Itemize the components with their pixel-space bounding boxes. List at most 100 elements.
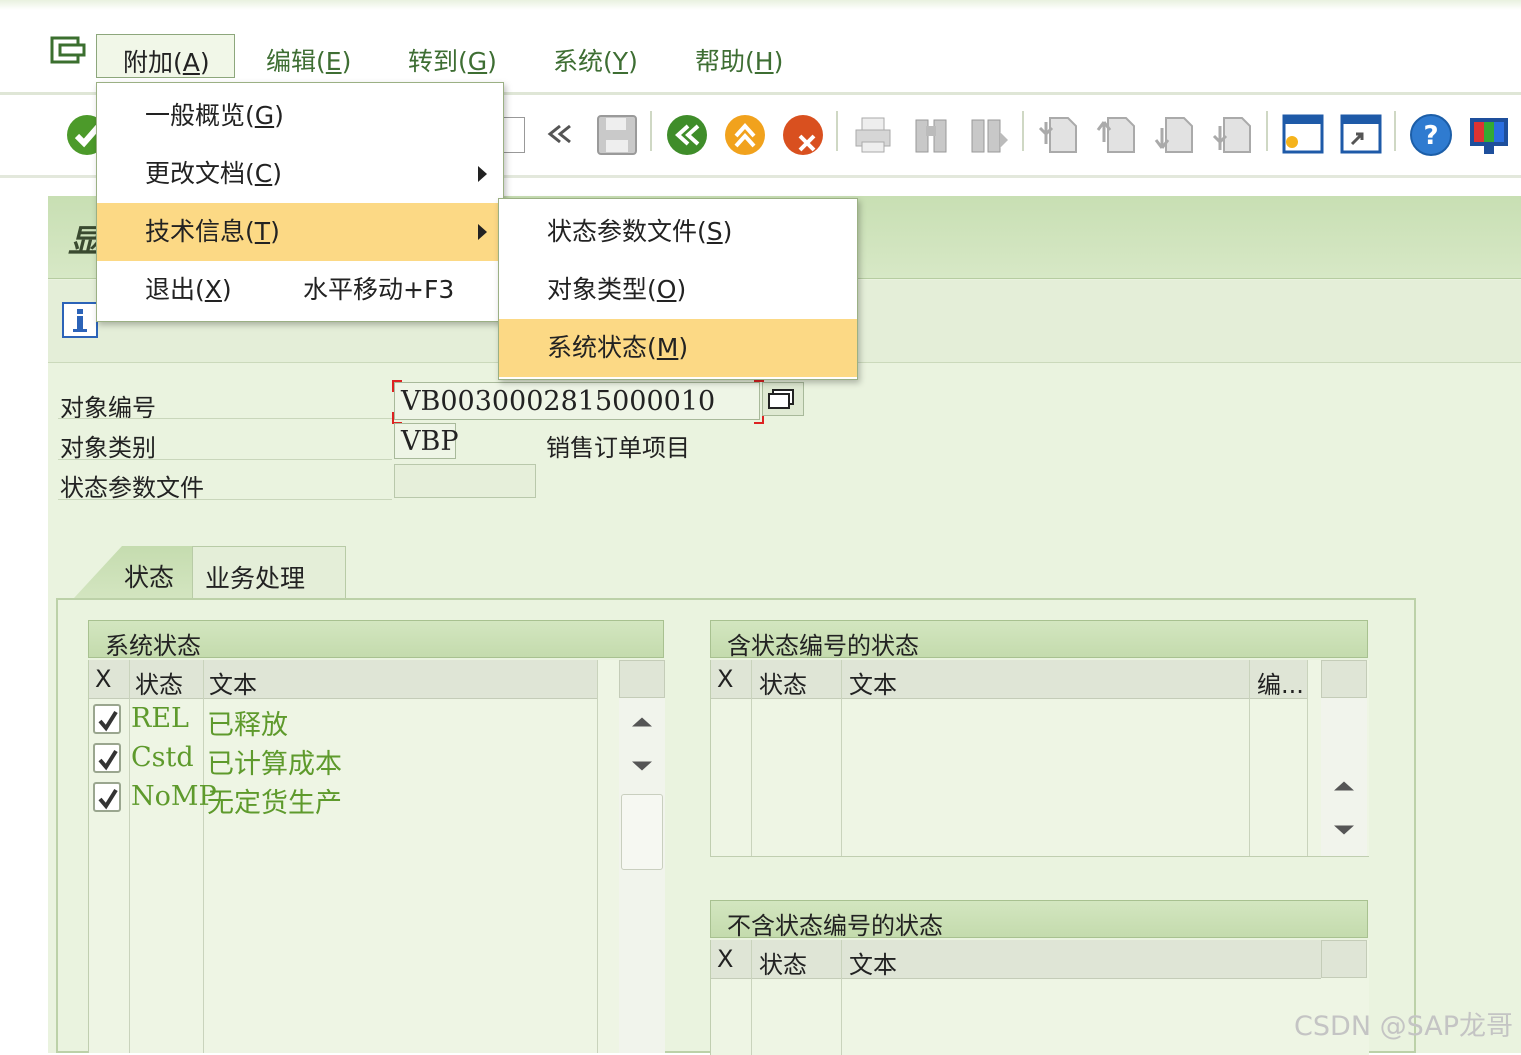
back-icon[interactable]: [664, 112, 710, 158]
user-status-without-number-title: 不含状态编号的状态: [710, 900, 1368, 940]
double-chevron-left-icon[interactable]: [540, 112, 586, 158]
status-text: 已计算成本: [207, 749, 342, 780]
check-icon: [98, 710, 118, 732]
menu-item-exit[interactable]: 退出(X) 水平移动+F3: [97, 261, 503, 319]
watermark: CSDN @SAP龙哥: [1294, 1011, 1513, 1042]
user-status-without-number-group: 不含状态编号的状态 X 状态 文本: [710, 900, 1369, 1055]
table-settings-button[interactable]: [619, 660, 665, 698]
vertical-scrollbar[interactable]: [1321, 660, 1367, 856]
row-checkbox[interactable]: [93, 704, 121, 734]
shortcut-icon[interactable]: [1338, 112, 1384, 158]
table-header: X 状态 文本: [711, 940, 1321, 979]
user-status-without-number-table: X 状态 文本: [710, 940, 1369, 1055]
column-header-text[interactable]: 文本: [849, 665, 897, 700]
user-status-with-number-group: 含状态编号的状态 X 状态 文本 编...: [710, 620, 1369, 858]
object-number-field[interactable]: VB0030002815000010: [394, 382, 760, 420]
submenu-arrow-icon: [478, 224, 487, 240]
form-row-line: [58, 418, 392, 419]
column-header-x[interactable]: X: [95, 665, 111, 693]
menu-item-change-documents[interactable]: 更改文档(C): [97, 145, 503, 203]
help-icon[interactable]: ?: [1408, 112, 1454, 158]
menu-edit[interactable]: 编辑(E): [266, 42, 351, 78]
column-header-x[interactable]: X: [717, 945, 733, 973]
table-header: X 状态 文本 编...: [711, 660, 1307, 699]
next-page-icon[interactable]: [1152, 112, 1198, 158]
toolbar-separator: [836, 111, 838, 151]
table-settings-button[interactable]: [1321, 660, 1367, 698]
column-header-text[interactable]: 文本: [209, 665, 257, 700]
menu-system[interactable]: 系统(Y): [553, 42, 638, 78]
menu-help[interactable]: 帮助(H): [695, 42, 783, 78]
save-icon[interactable]: [594, 112, 640, 158]
column-header-text[interactable]: 文本: [849, 945, 897, 980]
table-row[interactable]: NoMP 无定货生产: [89, 779, 597, 819]
technical-info-submenu: 状态参数文件(S) 对象类型(O) 系统状态(M): [498, 198, 858, 380]
toolbar-separator: [1266, 111, 1268, 151]
menu-item-general-overview[interactable]: 一般概览(G): [97, 87, 503, 145]
menu-item-object-type[interactable]: 对象类型(O): [499, 261, 857, 319]
cancel-icon[interactable]: [780, 112, 826, 158]
tab-status[interactable]: 状态: [74, 546, 194, 598]
object-type-description: 销售订单项目: [546, 434, 690, 462]
status-text: 无定货生产: [207, 788, 342, 819]
column-divider: [751, 660, 752, 856]
column-divider: [1307, 660, 1308, 856]
info-icon[interactable]: [62, 302, 98, 338]
scroll-up-icon[interactable]: [619, 704, 665, 740]
column-header-x[interactable]: X: [717, 665, 733, 693]
toolbar-separator: [1394, 111, 1396, 151]
menu-bar: 附加(A) 编辑(E) 转到(G) 系统(Y) 帮助(H): [0, 0, 1521, 95]
tab-business-process[interactable]: 业务处理: [192, 546, 346, 598]
status-code: Cstd: [131, 742, 194, 773]
last-page-icon[interactable]: [1210, 112, 1256, 158]
find-icon[interactable]: [908, 112, 954, 158]
exit-icon[interactable]: [722, 112, 768, 158]
display-object-button[interactable]: [762, 382, 804, 416]
user-status-with-number-table: X 状态 文本 编...: [710, 660, 1369, 857]
system-status-table: X 状态 文本 REL 已释放 Cstd 已计算成本 NoMP 无定货生产: [88, 660, 665, 1053]
column-divider: [841, 940, 842, 1055]
print-icon[interactable]: [850, 112, 896, 158]
status-code: NoMP: [131, 781, 217, 812]
column-divider: [751, 940, 752, 1055]
scroll-up-icon[interactable]: [1321, 768, 1367, 804]
check-icon: [98, 788, 118, 810]
scroll-down-icon[interactable]: [619, 748, 665, 784]
menu-item-status-profile[interactable]: 状态参数文件(S): [499, 203, 857, 261]
system-status-group: 系统状态 X 状态 文本 REL 已释放 Cstd 已计算成本 NoMP 无定货…: [88, 620, 665, 1053]
column-divider: [597, 660, 598, 1053]
column-header-number[interactable]: 编...: [1257, 665, 1304, 700]
menu-goto[interactable]: 转到(G): [408, 42, 497, 78]
column-header-status[interactable]: 状态: [135, 665, 183, 700]
object-type-label: 对象类别: [60, 434, 156, 462]
find-next-icon[interactable]: [966, 112, 1012, 158]
status-code: REL: [131, 703, 189, 734]
create-session-icon[interactable]: [1280, 112, 1326, 158]
scroll-down-icon[interactable]: [1321, 812, 1367, 848]
column-header-status[interactable]: 状态: [759, 665, 807, 700]
menu-extras[interactable]: 附加(A): [96, 34, 235, 78]
tab-panel: 系统状态 X 状态 文本 REL 已释放 Cstd 已计算成本 NoMP 无定货…: [56, 598, 1416, 1055]
customize-layout-icon[interactable]: [1466, 112, 1512, 158]
table-row[interactable]: Cstd 已计算成本: [89, 740, 597, 780]
table-header: X 状态 文本: [89, 660, 597, 699]
table-settings-button[interactable]: [1321, 940, 1367, 978]
app-menu-icon[interactable]: [50, 36, 88, 68]
previous-page-icon[interactable]: [1094, 112, 1140, 158]
row-checkbox[interactable]: [93, 743, 121, 773]
column-divider: [841, 660, 842, 856]
menu-item-system-status[interactable]: 系统状态(M): [499, 319, 857, 377]
status-text: 已释放: [207, 710, 288, 741]
row-checkbox[interactable]: [93, 782, 121, 812]
form-row-line: [58, 499, 392, 500]
scrollbar-thumb[interactable]: [621, 794, 663, 870]
table-row[interactable]: REL 已释放: [89, 701, 597, 741]
command-field-edge[interactable]: [502, 117, 525, 153]
vertical-scrollbar[interactable]: [619, 660, 665, 1053]
system-status-title: 系统状态: [88, 620, 664, 660]
column-divider: [1249, 660, 1250, 856]
user-status-with-number-title: 含状态编号的状态: [710, 620, 1368, 660]
first-page-icon[interactable]: [1036, 112, 1082, 158]
column-header-status[interactable]: 状态: [759, 945, 807, 980]
menu-item-technical-info[interactable]: 技术信息(T): [97, 203, 503, 261]
